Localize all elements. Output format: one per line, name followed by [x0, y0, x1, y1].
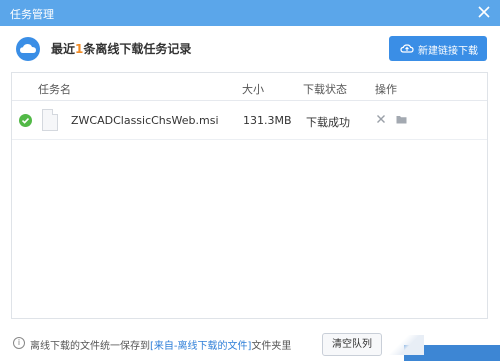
summary-prefix: 最近 — [51, 42, 76, 56]
cloud-download-icon — [16, 37, 40, 61]
table-row[interactable]: ZWCADClassicChsWeb.msi 131.3MB 下载成功 — [12, 102, 487, 140]
window-title: 任务管理 — [10, 8, 54, 21]
task-table: 任务名 大小 下载状态 操作 ZWCADClassicChsWeb.msi 13… — [11, 72, 488, 319]
info-icon: i — [13, 337, 25, 349]
summary-suffix: 条离线下载任务记录 — [83, 42, 192, 56]
delete-icon[interactable] — [376, 114, 386, 124]
cloud-upload-icon — [400, 44, 414, 53]
watermark-logo — [384, 335, 500, 361]
column-header-size: 大小 — [242, 83, 264, 96]
note-prefix: 离线下载的文件统一保存到 — [30, 341, 150, 352]
new-link-download-label: 新建链接下载 — [418, 46, 478, 57]
title-bar: 任务管理 — [0, 0, 500, 26]
column-header-actions: 操作 — [375, 83, 397, 96]
save-location-note: 离线下载的文件统一保存到[来自-离线下载的文件]文件夹里 — [30, 337, 291, 352]
open-folder-icon[interactable] — [396, 115, 407, 124]
offline-folder-link[interactable]: [来自-离线下载的文件] — [150, 341, 251, 352]
table-header: 任务名 大小 下载状态 操作 — [12, 73, 487, 101]
task-file-name: ZWCADClassicChsWeb.msi — [71, 114, 219, 127]
column-header-name: 任务名 — [38, 83, 71, 96]
file-icon — [42, 109, 58, 131]
note-suffix: 文件夹里 — [251, 341, 292, 352]
footer: i 离线下载的文件统一保存到[来自-离线下载的文件]文件夹里 清空队列 — [0, 327, 500, 361]
new-link-download-button[interactable]: 新建链接下载 — [389, 36, 487, 61]
clear-queue-button[interactable]: 清空队列 — [322, 333, 382, 356]
task-file-size: 131.3MB — [243, 114, 292, 127]
column-header-status: 下载状态 — [303, 83, 347, 96]
task-status: 下载成功 — [306, 116, 350, 129]
task-summary-header: 最近1条离线下载任务记录 新建链接下载 — [0, 26, 500, 70]
success-check-icon — [19, 114, 32, 127]
task-summary: 最近1条离线下载任务记录 — [51, 40, 191, 57]
close-icon[interactable] — [477, 5, 491, 19]
